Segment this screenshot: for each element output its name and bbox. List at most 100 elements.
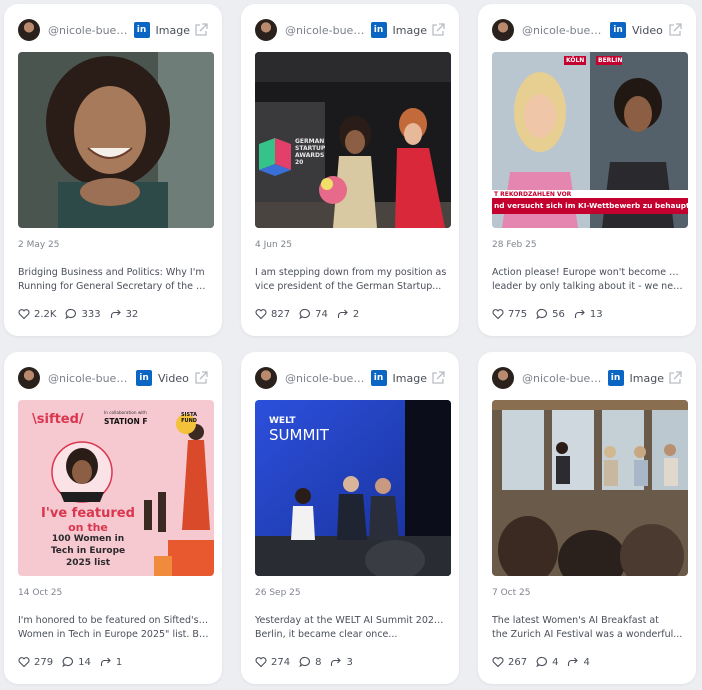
author-handle[interactable]: @nicole-buett... (285, 24, 365, 37)
shares-count: 4 (583, 656, 590, 668)
post-video-thumbnail[interactable]: \sifted/ In collaboration with STATION F… (18, 400, 214, 576)
post-image[interactable] (492, 400, 688, 576)
author-handle[interactable]: @nicole-buett... (522, 24, 604, 37)
sifted-logo: \sifted/ (32, 412, 84, 427)
post-caption[interactable]: The latest Women's AI Breakfast at the Z… (492, 614, 684, 642)
post-date: 4 Jun 25 (255, 240, 292, 250)
card-header: @nicole-buett... in Video (492, 18, 682, 42)
caption-line: I am stepping down from my position as (255, 267, 447, 278)
post-stats: 827 74 2 (255, 308, 368, 320)
post-card[interactable]: @nicole-buett... in Image 7 Oct 25 The l (478, 352, 696, 684)
post-image[interactable]: WELT SUMMIT (255, 400, 451, 576)
likes-stat: 279 (18, 656, 53, 668)
likes-count: 279 (34, 656, 54, 668)
post-card[interactable]: @nicole-buett... in Image WELT SUMMIT 26… (241, 352, 459, 684)
comments-count: 333 (81, 308, 101, 320)
heart-icon (255, 309, 267, 320)
author-handle[interactable]: @nicole-buett... (48, 24, 128, 37)
caption-line: the Zurich AI Festival was a wonderful..… (492, 629, 683, 640)
shares-stat: 32 (110, 308, 138, 320)
comments-stat: 4 (536, 656, 558, 668)
comment-icon (299, 656, 311, 668)
post-card[interactable]: @nicole-buett... in Video \sifted/ In co… (4, 352, 222, 684)
external-link-icon[interactable] (668, 23, 682, 37)
card-header: @nicole-buett... in Image (18, 18, 208, 42)
event-name: SUMMIT (269, 426, 329, 444)
post-card[interactable]: @nicole-buett... in Image 2 May 25 Bridg… (4, 4, 222, 336)
media-type-label: Image (392, 23, 427, 37)
post-caption[interactable]: Action please! Europe won't become an AI… (492, 266, 684, 294)
media-type-label: Video (632, 23, 663, 37)
post-date: 7 Oct 25 (492, 588, 531, 598)
likes-stat: 2.2K (18, 308, 56, 320)
post-video-thumbnail[interactable]: KÖLN BERLIN T REKORDZAHLEN VOR nd versuc… (492, 52, 688, 228)
post-caption[interactable]: Bridging Business and Politics: Why I'm … (18, 266, 210, 294)
share-icon (110, 309, 121, 318)
news-ticker-top: T REKORDZAHLEN VOR (494, 191, 572, 198)
author-handle[interactable]: @nicole-buett... (48, 372, 130, 385)
avatar (18, 19, 40, 41)
post-caption[interactable]: Yesterday at the WELT AI Summit 2025 in … (255, 614, 447, 642)
caption-line: vice president of the German Startup... (255, 281, 442, 292)
comment-icon (62, 656, 74, 668)
card-header: @nicole-buett... in Image (255, 366, 445, 390)
heart-icon (492, 309, 504, 320)
linkedin-icon: in (133, 22, 150, 38)
shares-stat: 3 (330, 656, 353, 668)
external-link-icon[interactable] (194, 371, 208, 385)
caption-line: I'm honored to be featured on Sifted's "… (18, 615, 210, 626)
heart-icon (255, 657, 267, 668)
headline-line: Tech in Europe (50, 546, 126, 556)
shares-count: 13 (589, 308, 603, 320)
external-link-icon[interactable] (431, 371, 445, 385)
comments-stat: 8 (299, 656, 321, 668)
post-card[interactable]: @nicole-buett... in Image GERMAN STARTUP… (241, 4, 459, 336)
caption-line: Running for General Secretary of the FDP… (18, 281, 210, 292)
post-image[interactable] (18, 52, 214, 228)
comments-count: 56 (552, 308, 565, 320)
post-image[interactable]: GERMAN STARTUP AWARDS 20 (255, 52, 451, 228)
comment-icon (299, 308, 311, 320)
location-tag: BERLIN (598, 57, 623, 64)
external-link-icon[interactable] (668, 371, 682, 385)
likes-count: 274 (271, 656, 291, 668)
shares-stat: 1 (100, 656, 122, 668)
heart-icon (18, 657, 30, 668)
shares-count: 3 (346, 656, 353, 668)
caption-line: Berlin, it became clear once... (255, 629, 398, 640)
linkedin-icon: in (607, 370, 624, 386)
media-type-label: Image (392, 371, 427, 385)
linkedin-icon: in (370, 370, 387, 386)
media-type-label: Image (155, 23, 190, 37)
post-date: 26 Sep 25 (255, 588, 301, 598)
post-stats: 775 56 13 (492, 308, 612, 320)
post-card[interactable]: @nicole-buett... in Video KÖLN BERLIN T … (478, 4, 696, 336)
badge-logo: SISTA FUND (181, 412, 197, 424)
comments-count: 74 (315, 308, 328, 320)
post-stats: 279 14 1 (18, 656, 131, 668)
share-icon (574, 309, 585, 318)
author-handle[interactable]: @nicole-buett... (522, 372, 602, 385)
external-link-icon[interactable] (194, 23, 208, 37)
likes-count: 775 (508, 308, 528, 320)
comments-count: 8 (315, 656, 322, 668)
media-type-label: Video (158, 371, 189, 385)
post-caption[interactable]: I'm honored to be featured on Sifted's "… (18, 614, 210, 642)
shares-stat: 2 (337, 308, 359, 320)
author-handle[interactable]: @nicole-buett... (285, 372, 365, 385)
likes-stat: 274 (255, 656, 290, 668)
comment-icon (65, 308, 77, 320)
comments-stat: 14 (62, 656, 91, 668)
headline-line: 2025 list (65, 558, 110, 568)
post-caption[interactable]: I am stepping down from my position as v… (255, 266, 447, 294)
post-stats: 267 4 4 (492, 656, 599, 668)
headline-line: 100 Women in (51, 534, 125, 544)
external-link-icon[interactable] (431, 23, 445, 37)
partner-logo: STATION F (104, 417, 148, 426)
likes-stat: 775 (492, 308, 527, 320)
post-stats: 2.2K 333 32 (18, 308, 147, 320)
caption-line: Women in Tech in Europe 2025" list. Bein… (18, 629, 210, 640)
post-date: 14 Oct 25 (18, 588, 63, 598)
caption-line: Action please! Europe won't become an AI (492, 267, 684, 278)
likes-count: 827 (271, 308, 291, 320)
